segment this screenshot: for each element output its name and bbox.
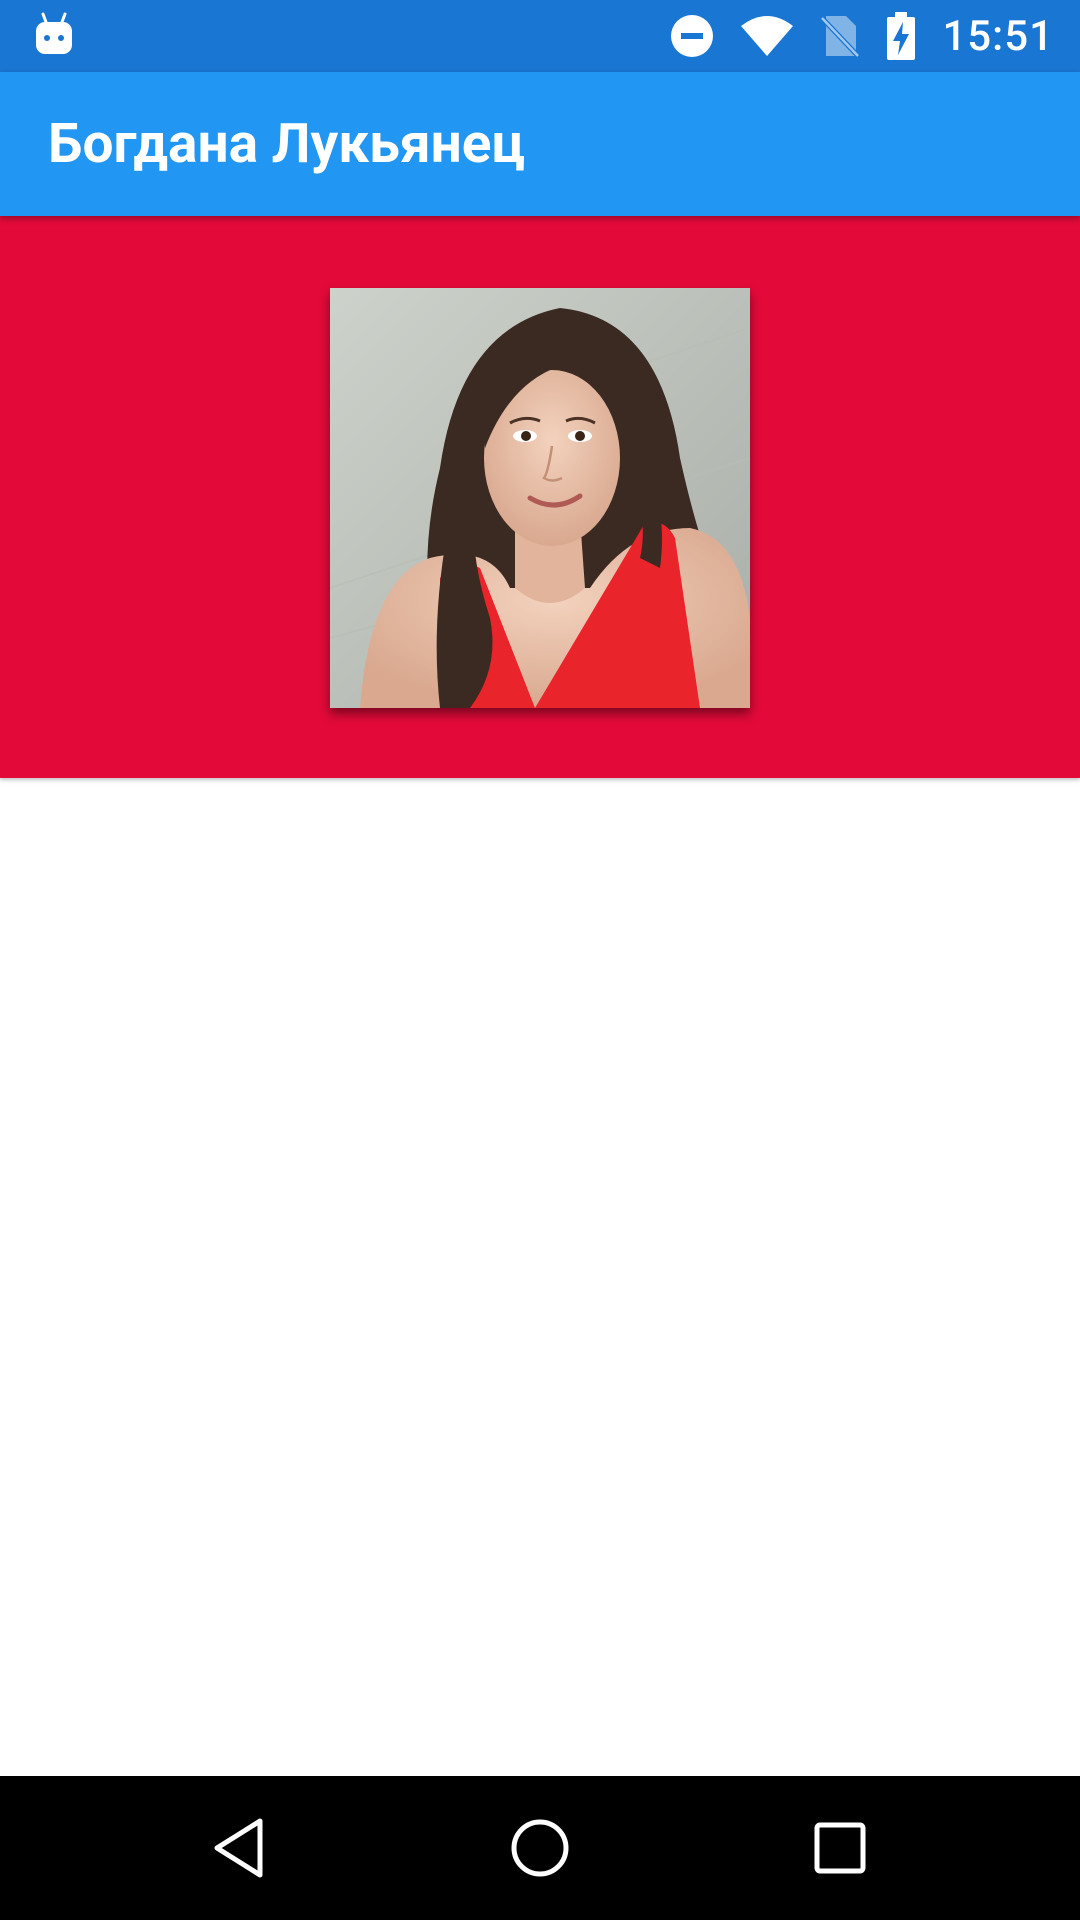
profile-photo[interactable] bbox=[330, 288, 750, 708]
status-bar: 15:51 bbox=[0, 0, 1080, 72]
status-time: 15:51 bbox=[942, 11, 1054, 61]
home-icon[interactable] bbox=[505, 1813, 575, 1883]
back-icon[interactable] bbox=[205, 1813, 275, 1883]
app-bar: Богдана Лукьянец bbox=[0, 72, 1080, 216]
page-title: Богдана Лукьянец bbox=[48, 112, 525, 176]
no-sim-icon bbox=[820, 14, 861, 58]
battery-charging-icon bbox=[886, 11, 916, 61]
profile-header bbox=[0, 216, 1080, 778]
android-debug-icon bbox=[34, 12, 74, 56]
navigation-bar bbox=[0, 1776, 1080, 1920]
wifi-icon bbox=[740, 14, 794, 58]
recents-icon[interactable] bbox=[805, 1813, 875, 1883]
do-not-disturb-icon bbox=[670, 14, 714, 58]
